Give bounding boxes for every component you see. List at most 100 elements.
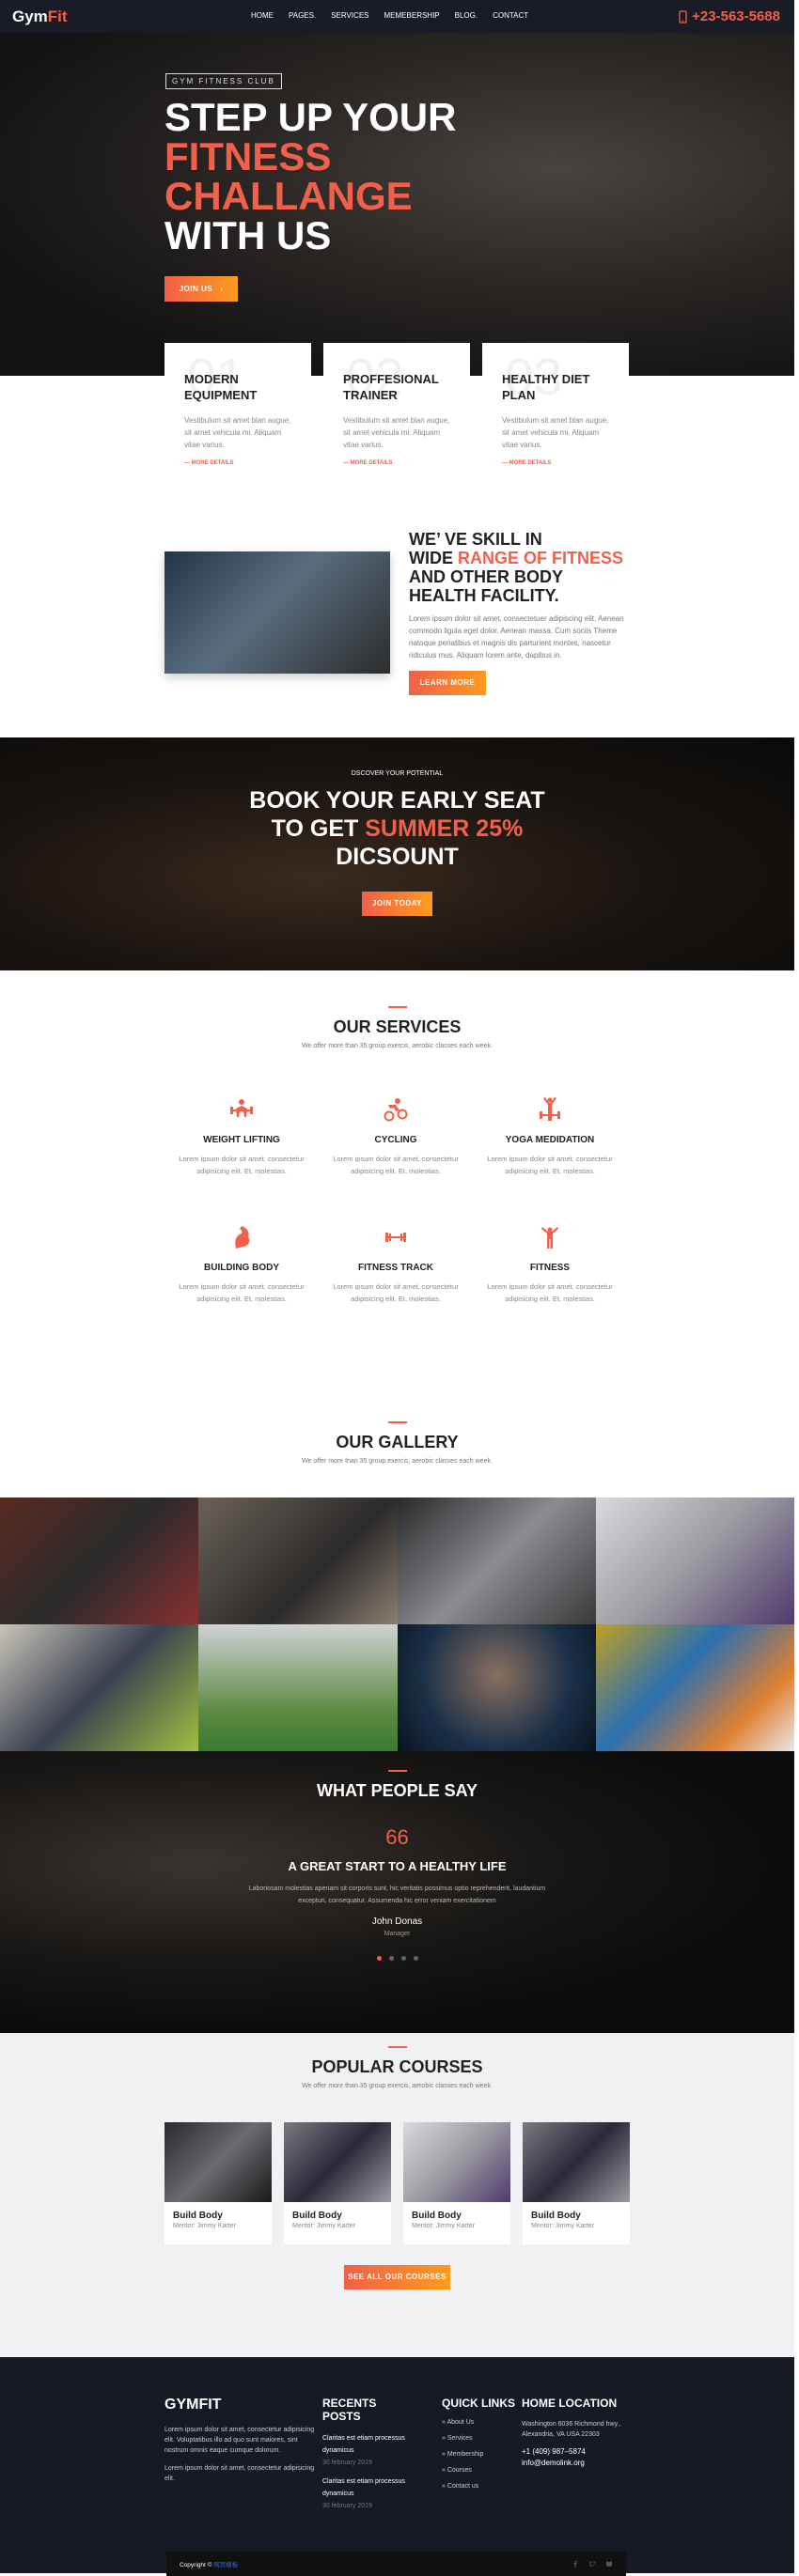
gallery-image[interactable] (397, 1497, 596, 1624)
section-subtitle: We offer more than 35 group exercis, aer… (302, 2083, 493, 2089)
post-date: 30 february 2019 (322, 2460, 372, 2466)
title-accent: RANGE OF FITNESS (458, 549, 624, 567)
more-details-link[interactable]: — MORE DETAILS (343, 460, 450, 466)
courses-section: POPULAR COURSES We offer more than 35 gro… (0, 2033, 794, 2357)
service-text: Lorem ipsum dolor sit amet, consectetur … (179, 1155, 305, 1175)
feature-card: 01 MODERN EQUIPMENT Vestibulum sit amet bl… (164, 343, 311, 474)
more-details-link[interactable]: — MORE DETAILS (184, 460, 291, 466)
footer-brand: GYMFIT (164, 2397, 222, 2413)
quick-link[interactable]: » Courses (442, 2467, 515, 2474)
gallery-image[interactable] (595, 1624, 794, 1751)
course-image (403, 2122, 510, 2202)
email[interactable]: info@demolink.org (522, 2459, 625, 2467)
course-card[interactable]: Build Body Mentor: Jimmy Karter (523, 2122, 630, 2244)
course-title: Build Body (173, 2211, 223, 2221)
nav-pages[interactable]: PAGES. (289, 11, 316, 20)
twitter-icon[interactable] (588, 2560, 596, 2568)
carousel-dots (0, 1956, 794, 1961)
course-card[interactable]: Build Body Mentor: Jimmy Karter (164, 2122, 272, 2244)
facebook-icon[interactable] (572, 2560, 579, 2568)
join-today-button[interactable]: JOIN TODAY (362, 892, 432, 916)
quick-link[interactable]: » Services (442, 2435, 515, 2442)
divider (387, 1006, 407, 1008)
phone-link[interactable]: +23-563-5688 (679, 8, 780, 24)
gallery-image[interactable] (595, 1497, 794, 1624)
quick-link[interactable]: » Membership (442, 2451, 515, 2458)
carousel-dot[interactable] (400, 1956, 406, 1961)
gallery-image[interactable] (397, 1624, 596, 1751)
section-subtitle: We offer more than 35 group exercis, aer… (302, 1458, 493, 1465)
more-details-link[interactable]: — MORE DETAILS (502, 460, 609, 466)
address: Washington 6036 Richmond hwy., Alexandri… (522, 2421, 621, 2438)
footer-heading: HOME LOCATION (522, 2397, 618, 2410)
course-image (164, 2122, 272, 2202)
feature-text: Vestibulum sit amet blan augue, sit amet… (343, 416, 450, 449)
logo-text-accent: Fit (47, 8, 68, 25)
course-card[interactable]: Build Body Mentor: Jimmy Karter (403, 2122, 510, 2244)
nav-membership[interactable]: MEMEBERSHIP (384, 11, 440, 20)
gallery-image[interactable] (198, 1624, 398, 1751)
about-image (164, 551, 390, 674)
mobile-phone-icon (679, 9, 687, 23)
title-line: DICSOUNT (336, 844, 459, 870)
course-mentor: Mentor: Jimmy Karter (412, 2223, 475, 2229)
hero-line-accent: CHALLANGE (164, 174, 413, 218)
dumbbell-icon (385, 1233, 406, 1242)
title-line: TO GET (271, 815, 366, 842)
hero-title: STEP UP YOUR FITNESS CHALLANGE WITH US (164, 98, 456, 256)
post-link[interactable]: Claritas est etiam processus dynamicus (322, 2475, 416, 2500)
service-item: WEIGHT LIFTING Lorem ipsum dolor sit amet… (164, 1096, 319, 1177)
nav-home[interactable]: HOME (251, 11, 274, 20)
feature-title: MODERN EQUIPMENT (184, 372, 258, 402)
service-title: CYCLING (374, 1135, 417, 1145)
learn-more-button[interactable]: LEARN MORE (409, 671, 486, 695)
about-title: WE’ VE SKILL IN WIDE RANGE OF FITNESS AND … (409, 530, 625, 605)
carousel-dot[interactable] (413, 1956, 418, 1961)
gallery-image[interactable] (0, 1497, 199, 1624)
github-icon[interactable] (605, 2560, 613, 2568)
logo-text: Gym (12, 8, 48, 25)
link-label: Membership (446, 2451, 484, 2458)
section-title: OUR SERVICES (333, 1017, 462, 1036)
feature-text: Vestibulum sit amet blan augue, sit amet… (502, 416, 609, 449)
button-label: JOIN US (179, 285, 213, 293)
divider (387, 1421, 407, 1423)
course-image (284, 2122, 391, 2202)
join-us-button[interactable]: JOIN US › (164, 276, 238, 302)
nav-services[interactable]: SERVICES (331, 11, 368, 20)
post-date: 30 february 2019 (322, 2503, 372, 2509)
section-subtitle: We offer more than 35 group exercis, aer… (302, 1043, 493, 1049)
carousel-dot[interactable] (376, 1956, 382, 1961)
service-item: FITNESS TRACK Lorem ipsum dolor sit amet,… (319, 1224, 473, 1305)
gallery-image[interactable] (0, 1624, 199, 1751)
gallery-grid (0, 1497, 794, 1751)
feature-cards: 01 MODERN EQUIPMENT Vestibulum sit amet bl… (164, 343, 629, 474)
carousel-dot[interactable] (388, 1956, 394, 1961)
phone[interactable]: +1 (409) 987–5874 (522, 2447, 625, 2456)
gallery-image[interactable] (198, 1497, 398, 1624)
quick-link[interactable]: » Contact us (442, 2483, 515, 2490)
quick-link[interactable]: » About Us (442, 2419, 515, 2426)
testimonial-section: WHAT PEOPLE SAY 66 A GREAT START TO A HE… (0, 1751, 794, 2033)
nav-contact[interactable]: CONTACT (493, 11, 528, 20)
nav-blog[interactable]: BLOG. (455, 11, 478, 20)
course-mentor: Mentor: Jimmy Karter (292, 2223, 355, 2229)
copyright-bar: Copyright © 网页模板 (166, 2552, 626, 2576)
post-link[interactable]: Claritas est etiam processus dynamicus (322, 2432, 416, 2457)
title-line: HEALTH FACILITY. (409, 586, 559, 605)
footer-quick-links: QUICK LINKS » About Us » Services » Memb… (442, 2397, 515, 2490)
services-grid: WEIGHT LIFTING Lorem ipsum dolor sit amet… (164, 1096, 794, 1305)
service-text: Lorem ipsum dolor sit amet, consectetur … (179, 1282, 305, 1303)
course-card[interactable]: Build Body Mentor: Jimmy Karter (284, 2122, 391, 2244)
copyright-link[interactable]: 网页模板 (213, 2562, 238, 2568)
testimonial-role: Manager (384, 1931, 411, 1937)
service-item: BUILDING BODY Lorem ipsum dolor sit amet,… (164, 1224, 319, 1305)
see-all-courses-button[interactable]: SEE ALL OUR COURSES (344, 2265, 450, 2289)
about-text: WE’ VE SKILL IN WIDE RANGE OF FITNESS AND … (409, 530, 625, 695)
fitness-person-icon (541, 1227, 558, 1249)
section-title: POPULAR COURSES (311, 2057, 483, 2076)
feature-text: Vestibulum sit amet blan augue, sit amet… (184, 416, 291, 449)
logo[interactable]: GymFit (12, 8, 68, 26)
link-label: Contact us (446, 2483, 479, 2490)
course-title: Build Body (292, 2211, 342, 2221)
